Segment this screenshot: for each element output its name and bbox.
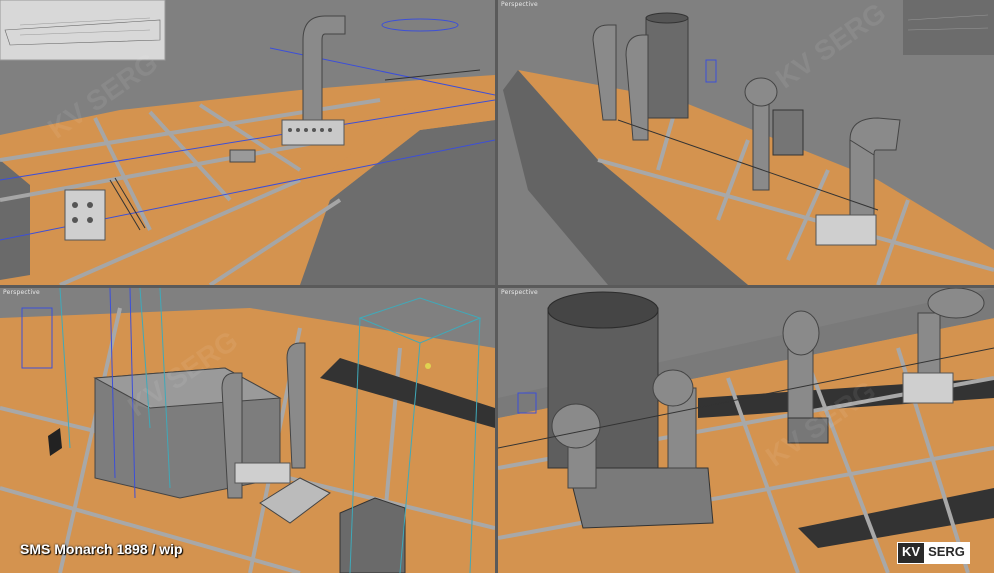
ventilator-grating — [815, 214, 877, 246]
logo-left: KV — [898, 543, 925, 563]
author-logo: KV SERG — [897, 542, 970, 564]
viewport-separator-vertical[interactable] — [495, 0, 498, 573]
blueprint-reference — [0, 0, 166, 61]
scene-bottom-right — [498, 288, 994, 573]
scene-bottom-left — [0, 288, 495, 573]
scene-top-right — [503, 0, 994, 285]
ventilator-grating — [234, 462, 291, 484]
ventilator-grating — [64, 189, 106, 241]
viewport-bottom-right[interactable]: Perspective — [498, 288, 994, 573]
viewport-bottom-left[interactable]: Perspective — [0, 288, 495, 573]
main-funnel — [645, 17, 689, 119]
blueprint-reference — [903, 0, 994, 55]
viewport-top-right[interactable]: Perspective KV SERG — [498, 0, 994, 285]
logo-right: SERG — [924, 543, 969, 563]
ventilator-grating — [902, 372, 954, 404]
image-caption: SMS Monarch 1898 / wip — [20, 541, 183, 557]
viewport-top-left[interactable]: KV SERG — [0, 0, 495, 285]
helper-box — [705, 59, 717, 83]
scene-top-left — [0, 0, 495, 285]
